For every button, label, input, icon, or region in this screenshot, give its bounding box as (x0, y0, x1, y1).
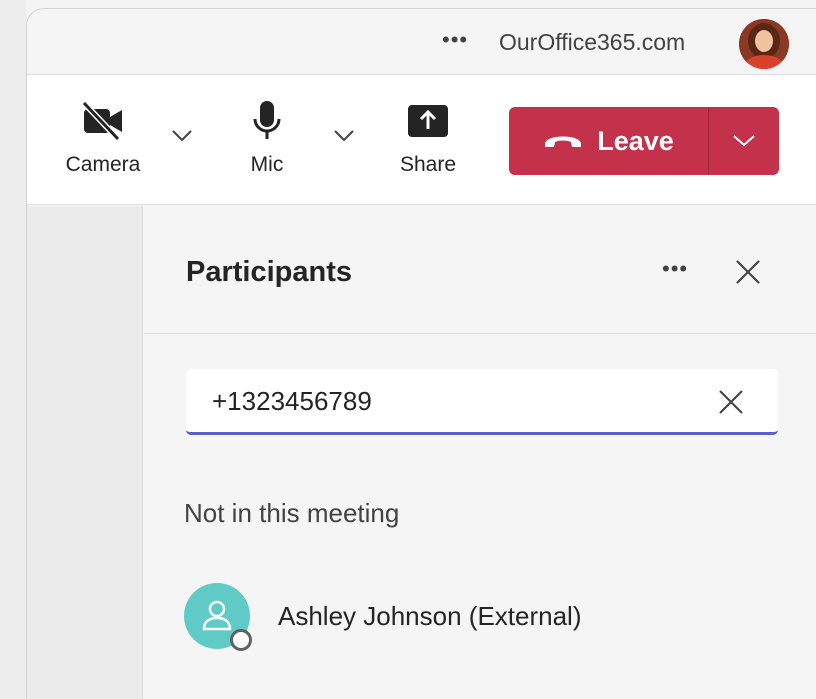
tenant-name: OurOffice365.com (499, 29, 686, 55)
participant-list-item[interactable]: Ashley Johnson (External) (184, 583, 582, 651)
share-label: Share (399, 153, 457, 176)
camera-button[interactable]: Camera (63, 97, 143, 177)
camera-options-chevron-down-icon[interactable] (171, 129, 193, 143)
participant-search-box (186, 369, 778, 435)
hang-up-phone-icon (545, 136, 582, 147)
panel-title: Participants (186, 256, 352, 288)
leave-label: Leave (597, 125, 674, 156)
title-bar: ••• OurOffice365.com (27, 9, 816, 75)
user-avatar[interactable] (739, 19, 789, 69)
person-icon (202, 600, 232, 631)
participant-name: Ashley Johnson (External) (278, 600, 582, 631)
mic-label: Mic (250, 153, 284, 176)
participant-avatar (184, 583, 252, 651)
leave-button[interactable]: Leave (509, 107, 709, 175)
leave-options-dropdown[interactable] (709, 107, 779, 175)
share-screen-icon (408, 105, 448, 137)
more-options-button[interactable]: ••• (442, 27, 468, 53)
chevron-down-icon (733, 135, 755, 147)
clear-search-icon[interactable] (718, 389, 744, 415)
participant-search-input[interactable] (212, 379, 692, 423)
close-panel-icon[interactable] (734, 258, 762, 286)
meeting-toolbar: Camera Mic Share Leave (27, 75, 816, 205)
leave-button-group: Leave (509, 107, 779, 175)
meeting-stage-area (27, 206, 143, 699)
microphone-icon (253, 101, 281, 139)
participants-panel: Participants ••• Not in this meeting (144, 206, 816, 699)
offline-status-icon (230, 629, 252, 651)
not-in-meeting-heading: Not in this meeting (184, 498, 400, 528)
camera-off-icon (81, 101, 122, 141)
share-button[interactable]: Share (387, 97, 469, 177)
mic-options-chevron-down-icon[interactable] (333, 129, 355, 143)
panel-header: Participants ••• (144, 206, 816, 334)
camera-label: Camera (65, 153, 141, 176)
panel-more-options-button[interactable]: ••• (662, 256, 688, 282)
user-photo-icon (739, 19, 789, 69)
mic-button[interactable]: Mic (227, 97, 307, 177)
outer-background (0, 0, 26, 699)
meeting-window: ••• OurOffice365.com Camera Mic Share Le… (26, 8, 816, 699)
